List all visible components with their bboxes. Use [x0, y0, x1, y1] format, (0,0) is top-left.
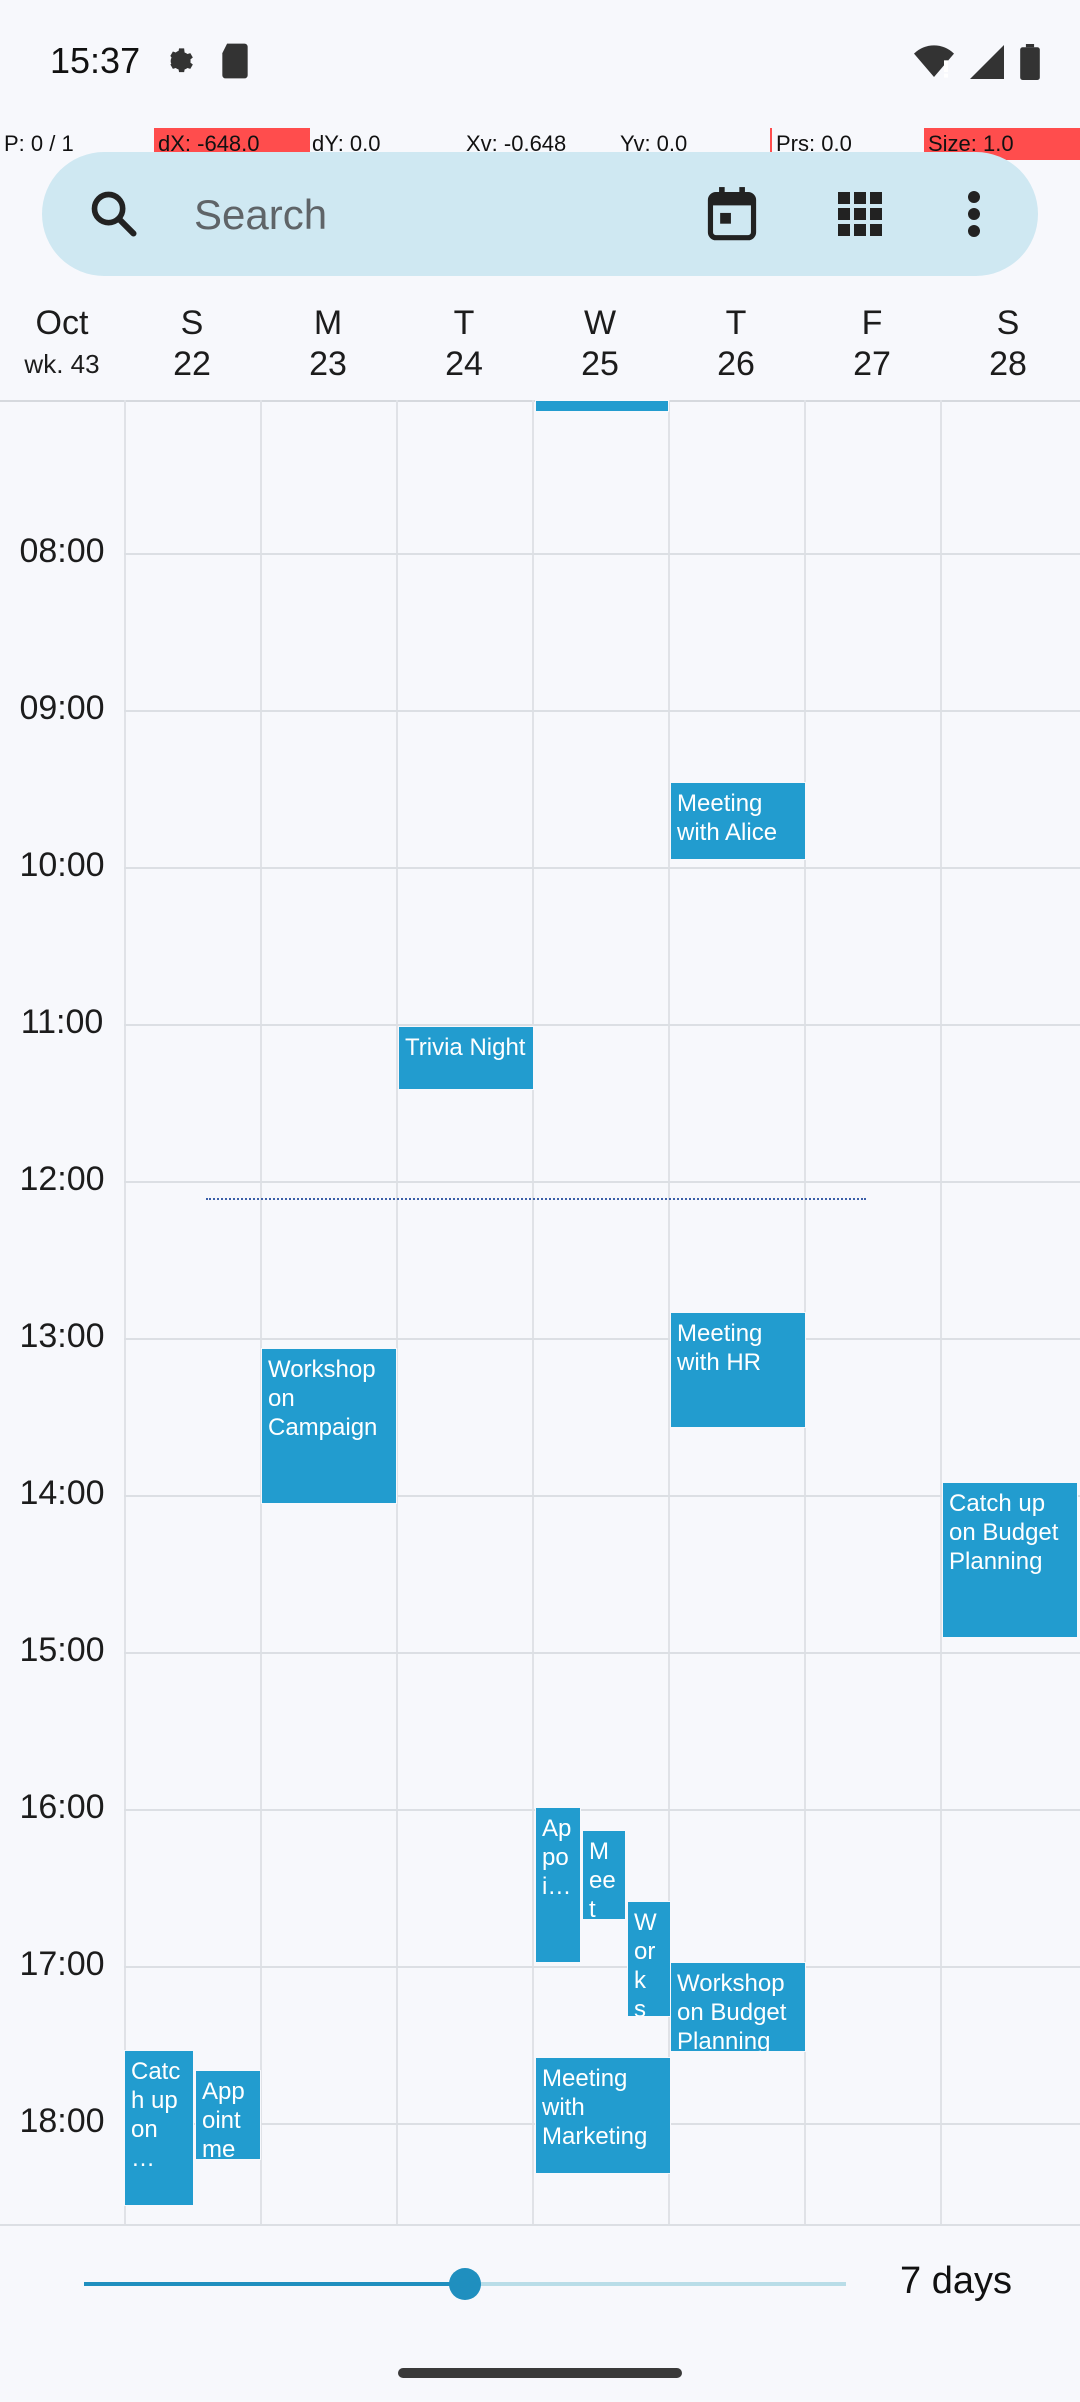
hour-label: 09:00 [19, 689, 105, 727]
day-number: 28 [989, 345, 1027, 383]
search-input[interactable] [192, 176, 716, 254]
status-right-icons [914, 44, 1040, 85]
battery-icon [1020, 44, 1040, 85]
status-time: 15:37 [50, 40, 141, 81]
event-title: W ork s… [634, 1909, 657, 2017]
hour-label: 10:00 [19, 846, 105, 884]
days-count-label: 7 days [900, 2260, 1012, 2302]
day-letter: T [453, 304, 475, 342]
event-partial[interactable] [535, 400, 669, 412]
hour-label: 16:00 [19, 1788, 105, 1826]
hour-label: 12:00 [19, 1160, 105, 1198]
event-meeting-with-alice[interactable]: Meeting with Alice [670, 782, 806, 860]
event-trivia-night[interactable]: Trivia Night [398, 1026, 534, 1090]
more-vert-icon[interactable] [942, 182, 1006, 246]
event-title: Catch up on Budget Planning [949, 1490, 1059, 1575]
day-number: 23 [309, 345, 347, 383]
day-letter: S [996, 304, 1020, 342]
hour-line [124, 1181, 1080, 1183]
event-workshop-wed[interactable]: W ork s… [627, 1901, 671, 2017]
slider-fill [84, 2282, 465, 2286]
debug-pointer: P: 0 / 1 [4, 131, 74, 156]
grid-view-icon[interactable] [828, 182, 892, 246]
week-grid[interactable]: 08:00 09:00 10:00 11:00 12:00 13:00 14:0… [0, 400, 1080, 2224]
event-catch-up-on-budget-planning[interactable]: Catch up on Budget Planning [942, 1482, 1078, 1638]
wifi-icon [914, 45, 954, 84]
event-title: Ap poi… [542, 1815, 572, 1900]
event-title: Meeting with Alice [677, 790, 778, 846]
hour-label: 15:00 [19, 1631, 105, 1669]
signal-icon [970, 45, 1004, 84]
event-title: Workshop on Budget Planning [677, 1970, 787, 2052]
bottom-bar: 7 days [0, 2224, 1080, 2402]
day-header-wed[interactable]: W 25 [532, 290, 668, 384]
day-header-mon[interactable]: M 23 [260, 290, 396, 384]
event-catch-up-sun[interactable]: Catc h up on … [124, 2050, 194, 2206]
event-meeting-with-marketing[interactable]: Meeting with Marketing [535, 2057, 671, 2174]
hour-line [124, 1024, 1080, 1026]
hour-line [124, 1338, 1080, 1340]
day-number: 22 [173, 345, 211, 383]
column-divider [940, 400, 942, 2224]
event-title: Trivia Night [405, 1034, 526, 1061]
event-title: Meeting with HR [677, 1320, 763, 1376]
settings-icon [158, 42, 194, 78]
hour-line [124, 710, 1080, 712]
search-icon[interactable] [88, 188, 140, 245]
day-header-sat[interactable]: S 28 [940, 290, 1076, 384]
day-number: 25 [581, 345, 619, 383]
slider-thumb[interactable] [449, 2268, 481, 2300]
hour-label: 11:00 [20, 1003, 104, 1041]
column-divider [532, 400, 534, 2224]
column-divider [396, 400, 398, 2224]
hour-line [124, 1966, 1080, 1968]
day-number: 27 [853, 345, 891, 383]
days-slider[interactable] [84, 2268, 846, 2300]
event-meeting-wed[interactable]: M eet in… [582, 1830, 626, 1920]
hour-line [124, 1809, 1080, 1811]
day-number: 24 [445, 345, 483, 383]
month-label: Oct [35, 304, 89, 342]
day-number: 26 [717, 345, 755, 383]
hour-line [124, 553, 1080, 555]
column-divider [260, 400, 262, 2224]
home-indicator[interactable] [398, 2368, 682, 2378]
current-time-indicator [206, 1198, 866, 1200]
week-number-label: wk. 43 [24, 349, 100, 379]
month-week-label: Oct wk. 43 [0, 290, 124, 380]
search-bar [42, 152, 1038, 276]
event-title: M eet in… [589, 1838, 616, 1920]
event-title: Workshop on Campaign [268, 1356, 378, 1441]
hour-label: 13:00 [19, 1317, 105, 1355]
day-header-sun[interactable]: S 22 [124, 290, 260, 384]
week-header: Oct wk. 43 S 22 M 23 T 24 W 25 T 26 F 27… [0, 290, 1080, 402]
day-letter: M [313, 304, 343, 342]
day-letter: S [180, 304, 204, 342]
event-appointment-wed[interactable]: Ap poi… [535, 1807, 581, 1963]
day-letter: F [861, 304, 883, 342]
day-header-fri[interactable]: F 27 [804, 290, 940, 384]
status-bar: 15:37 [0, 0, 1080, 128]
event-title: Meeting with Marketing [542, 2065, 648, 2150]
hour-label: 18:00 [19, 2102, 105, 2140]
hour-label: 14:00 [19, 1474, 105, 1512]
day-header-thu[interactable]: T 26 [668, 290, 804, 384]
day-letter: W [583, 304, 617, 342]
hour-line [124, 1652, 1080, 1654]
event-workshop-on-budget-planning[interactable]: Workshop on Budget Planning [670, 1962, 806, 2052]
event-title: App oint me… [202, 2078, 245, 2160]
hour-line [124, 867, 1080, 869]
event-appointment-sun[interactable]: App oint me… [195, 2070, 261, 2160]
hour-label: 08:00 [19, 532, 105, 570]
calendar-today-icon[interactable] [700, 182, 764, 246]
hour-label: 17:00 [19, 1945, 105, 1983]
event-workshop-on-campaign[interactable]: Workshop on Campaign [261, 1348, 397, 1504]
day-header-tue[interactable]: T 24 [396, 290, 532, 384]
column-divider [124, 400, 126, 2224]
day-letter: T [725, 304, 747, 342]
sd-card-icon [218, 42, 254, 79]
event-title: Catc h up on … [131, 2058, 181, 2172]
event-meeting-with-hr[interactable]: Meeting with HR [670, 1312, 806, 1428]
